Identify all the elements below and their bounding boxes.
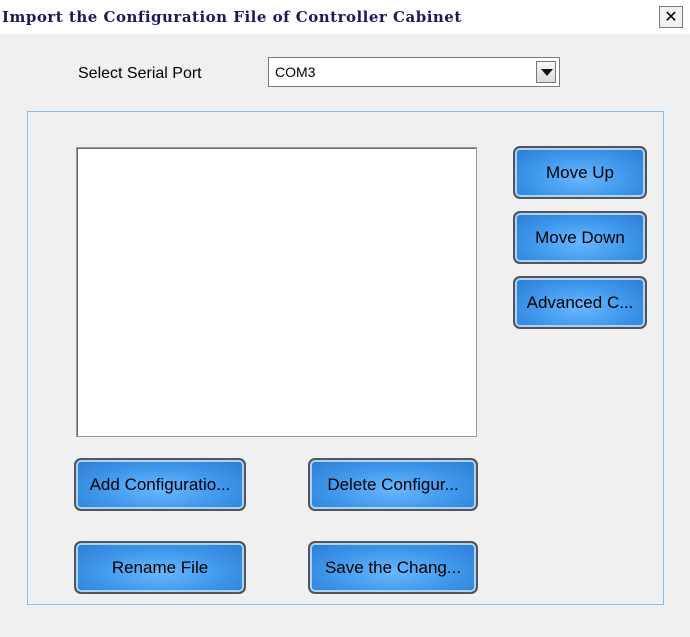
save-changes-button[interactable]: Save the Chang...	[308, 541, 478, 594]
move-down-button[interactable]: Move Down	[513, 211, 647, 264]
close-icon: ✕	[664, 7, 678, 26]
serial-port-label: Select Serial Port	[78, 65, 202, 82]
serial-port-value: COM3	[275, 64, 316, 80]
serial-port-select[interactable]: COM3	[268, 57, 560, 87]
advanced-button[interactable]: Advanced C...	[513, 276, 647, 329]
close-button[interactable]: ✕	[659, 6, 683, 28]
delete-configuration-button[interactable]: Delete Configur...	[308, 458, 478, 511]
chevron-down-icon[interactable]	[536, 61, 556, 83]
window-title: Import the Configuration File of Control…	[2, 8, 462, 26]
configuration-file-list[interactable]	[76, 147, 477, 437]
dialog-window: Import the Configuration File of Control…	[0, 0, 690, 637]
move-up-button[interactable]: Move Up	[513, 146, 647, 199]
rename-file-button[interactable]: Rename File	[74, 541, 246, 594]
title-bar: Import the Configuration File of Control…	[0, 0, 690, 34]
add-configuration-button[interactable]: Add Configuratio...	[74, 458, 246, 511]
